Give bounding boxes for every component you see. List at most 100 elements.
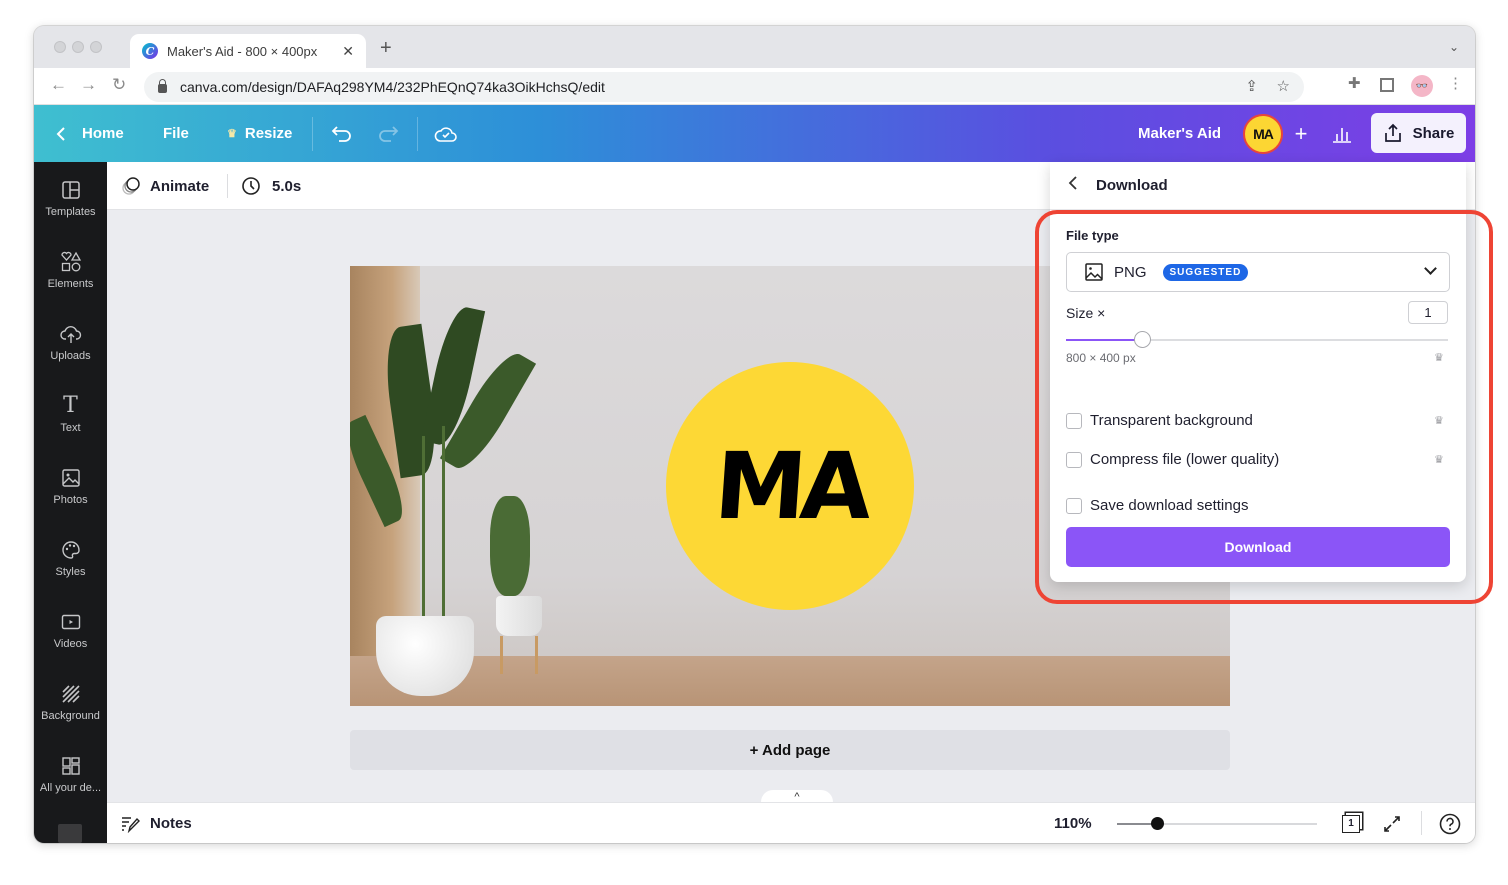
save-download-settings-checkbox[interactable]	[1066, 497, 1082, 514]
page-count-button[interactable]: 1	[1342, 803, 1360, 843]
transparent-background-checkbox[interactable]	[1066, 412, 1082, 429]
zoom-slider-knob[interactable]	[1151, 817, 1164, 830]
add-page-button[interactable]: + Add page	[350, 730, 1230, 770]
side-panel-icon[interactable]	[1380, 78, 1394, 92]
sidebar-label: Styles	[55, 565, 86, 578]
tab-strip: C Maker's Aid - 800 × 400px ✕ + ⌄	[34, 26, 1475, 68]
redo-button[interactable]	[377, 105, 399, 162]
sidebar-item-photos[interactable]: Photos	[34, 450, 107, 522]
sidebar-label: Uploads	[50, 349, 91, 362]
reload-icon[interactable]: ↻	[112, 76, 126, 93]
sidebar-item-elements[interactable]: Elements	[34, 234, 107, 306]
undo-button[interactable]	[331, 105, 353, 162]
back-arrow-icon[interactable]: ←	[50, 76, 67, 93]
sidebar-item-styles[interactable]: Styles	[34, 522, 107, 594]
invite-collaborator-button[interactable]: +	[1284, 117, 1318, 151]
sidebar-item-videos[interactable]: Videos	[34, 594, 107, 666]
size-multiplier-input[interactable]: 1	[1408, 301, 1448, 324]
help-button[interactable]	[1439, 803, 1461, 843]
sidebar-label: Templates	[45, 205, 96, 218]
download-panel: Download File type PNG SUGGESTED Size × …	[1050, 162, 1466, 582]
animate-label: Animate	[150, 177, 210, 195]
logo-text: MA	[710, 432, 870, 540]
back-chevron-icon[interactable]	[1068, 175, 1082, 196]
forward-arrow-icon[interactable]: →	[80, 76, 97, 93]
minimize-window-button[interactable]	[72, 41, 84, 53]
share-button[interactable]: Share	[1371, 113, 1466, 153]
insights-button[interactable]	[1332, 105, 1352, 162]
browser-tab-active[interactable]: C Maker's Aid - 800 × 400px ✕	[130, 34, 366, 68]
plant-stand	[500, 636, 538, 674]
address-bar[interactable]: canva.com/design/DAFAq298YM4/232PhEQnQ74…	[144, 72, 1304, 102]
sidebar-label: Videos	[53, 637, 88, 650]
zoom-slider[interactable]	[1117, 817, 1317, 830]
elements-shapes-icon	[60, 251, 82, 273]
maximize-window-button[interactable]	[90, 41, 102, 53]
crown-icon: ♛	[227, 128, 237, 140]
extensions-puzzle-icon[interactable]: ✚	[1348, 76, 1361, 91]
download-button[interactable]: Download	[1066, 527, 1450, 567]
design-title[interactable]: Maker's Aid	[1138, 105, 1221, 162]
transparent-background-option[interactable]: Transparent background	[1066, 412, 1253, 429]
bottom-divider	[1421, 811, 1422, 835]
compress-file-checkbox[interactable]	[1066, 451, 1082, 468]
premium-crown-icon: ♛	[1434, 415, 1444, 427]
expand-arrows-icon	[1384, 815, 1400, 832]
animate-button[interactable]: Animate	[121, 162, 209, 210]
cloud-check-icon	[434, 126, 457, 142]
new-tab-button[interactable]: +	[380, 38, 392, 58]
premium-crown-icon: ♛	[1434, 352, 1444, 364]
home-button[interactable]: Home	[56, 105, 124, 162]
plant-leaf	[490, 496, 530, 596]
close-window-button[interactable]	[54, 41, 66, 53]
sidebar-item-text[interactable]: T Text	[34, 378, 107, 450]
zoom-level[interactable]: 110%	[1054, 803, 1092, 843]
white-pot	[376, 616, 474, 696]
animate-circles-icon	[122, 177, 140, 195]
browser-toolbar: ← → ↻ canva.com/design/DAFAq298YM4/232Ph…	[34, 68, 1475, 105]
user-avatar[interactable]: MA	[1243, 114, 1283, 154]
size-slider[interactable]	[1066, 331, 1448, 348]
size-slider-knob[interactable]	[1134, 331, 1152, 348]
sidebar-item-background[interactable]: Background	[34, 666, 107, 738]
sidebar-label: Background	[41, 709, 100, 722]
grid-designs-icon	[60, 755, 82, 777]
sidebar-item-all-your-designs[interactable]: All your de...	[34, 738, 107, 810]
plant-stem	[442, 426, 445, 626]
share-page-icon[interactable]: ⇪	[1245, 77, 1258, 95]
small-white-pot	[496, 596, 542, 636]
lock-icon	[158, 79, 167, 93]
palette-icon	[60, 539, 82, 561]
folder-thumbnail[interactable]	[58, 824, 82, 843]
notes-label: Notes	[150, 815, 192, 832]
logo-circle[interactable]: MA	[666, 362, 914, 610]
file-type-select[interactable]: PNG SUGGESTED	[1066, 252, 1450, 292]
home-label: Home	[82, 125, 124, 142]
duration-button[interactable]: 5.0s	[241, 162, 301, 210]
close-tab-icon[interactable]: ✕	[342, 43, 354, 60]
url-text[interactable]: canva.com/design/DAFAq298YM4/232PhEQnQ74…	[180, 79, 605, 95]
cloud-save-status-button[interactable]	[434, 105, 458, 162]
file-type-value: PNG	[1114, 263, 1147, 281]
bottom-bar: Notes 110% 1	[107, 802, 1475, 843]
fullscreen-button[interactable]	[1383, 803, 1401, 843]
cloud-upload-icon	[59, 323, 82, 345]
sidebar-label: Photos	[53, 493, 88, 506]
share-label: Share	[1412, 124, 1455, 142]
sidebar-item-uploads[interactable]: Uploads	[34, 306, 107, 378]
image-file-icon	[1085, 263, 1103, 281]
compress-file-option[interactable]: Compress file (lower quality)	[1066, 451, 1279, 468]
save-download-settings-option[interactable]: Save download settings	[1066, 497, 1248, 514]
bookmark-star-icon[interactable]: ☆	[1277, 77, 1290, 95]
sidebar-item-templates[interactable]: Templates	[34, 162, 107, 234]
design-title-text: Maker's Aid	[1138, 125, 1222, 142]
tab-search-chevron-icon[interactable]: ⌄	[1449, 40, 1459, 54]
resize-button[interactable]: ♛ Resize	[227, 105, 292, 162]
profile-avatar[interactable]: 👓	[1411, 75, 1433, 97]
premium-crown-icon: ♛	[1434, 454, 1444, 466]
file-menu-button[interactable]: File	[163, 105, 189, 162]
notes-button[interactable]: Notes	[121, 803, 192, 843]
browser-menu-icon[interactable]: ⋮	[1448, 76, 1463, 91]
help-question-icon	[1439, 813, 1461, 834]
text-t-icon: T	[63, 393, 78, 418]
